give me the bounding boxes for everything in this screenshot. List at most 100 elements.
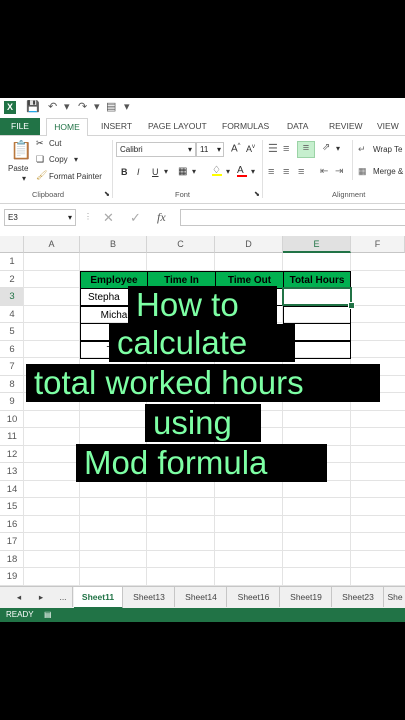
header-total-hours[interactable]: Total Hours: [283, 270, 351, 289]
cut-button[interactable]: Cut: [49, 139, 61, 148]
row-header-10[interactable]: 10: [0, 410, 24, 428]
sheet-tab-sheet13[interactable]: Sheet13: [124, 587, 175, 607]
row-header-12[interactable]: 12: [0, 445, 24, 463]
row-header-13[interactable]: 13: [0, 463, 24, 481]
font-size-select[interactable]: 11 ▾: [196, 142, 224, 157]
fill-handle[interactable]: [348, 302, 355, 309]
row-header-6[interactable]: 6: [0, 340, 24, 358]
paste-icon[interactable]: 📋: [10, 140, 32, 161]
align-left-icon[interactable]: ≡: [268, 166, 274, 178]
column-header-b[interactable]: B: [80, 236, 147, 253]
tab-home[interactable]: HOME: [46, 118, 88, 137]
format-painter-icon[interactable]: 🖌: [36, 170, 47, 181]
copy-dropdown-icon[interactable]: ▾: [74, 155, 78, 164]
macro-record-icon[interactable]: ▤: [44, 608, 52, 622]
form-icon[interactable]: ▤: [106, 101, 116, 114]
row-header-7[interactable]: 7: [0, 358, 24, 376]
cancel-icon[interactable]: ✕: [103, 210, 114, 226]
merge-button[interactable]: Merge &: [373, 167, 403, 176]
row-header-17[interactable]: 17: [0, 533, 24, 551]
row-header-4[interactable]: 4: [0, 305, 24, 323]
font-color-dropdown-icon[interactable]: ▾: [251, 167, 255, 176]
clipboard-launcher-icon[interactable]: ⬊: [104, 190, 110, 198]
column-header-c[interactable]: C: [147, 236, 215, 253]
active-cell-e3[interactable]: [282, 287, 352, 306]
wrap-text-button[interactable]: Wrap Te: [373, 145, 403, 154]
customize-qat-icon[interactable]: ▾: [124, 101, 130, 114]
tab-file[interactable]: FILE: [0, 118, 40, 135]
align-center-icon[interactable]: ≡: [283, 166, 289, 178]
sheet-tab-sheet14[interactable]: Sheet14: [176, 587, 227, 607]
borders-icon[interactable]: ▦: [178, 166, 187, 177]
tab-data[interactable]: DATA: [287, 118, 308, 135]
row-header-14[interactable]: 14: [0, 480, 24, 498]
align-bottom-icon[interactable]: ≡: [297, 141, 315, 158]
borders-dropdown-icon[interactable]: ▾: [192, 167, 196, 176]
row-header-18[interactable]: 18: [0, 550, 24, 568]
font-name-select[interactable]: Calibri ▾: [116, 142, 196, 157]
align-right-icon[interactable]: ≡: [298, 166, 304, 178]
row-header-8[interactable]: 8: [0, 375, 24, 393]
font-color-icon[interactable]: A: [237, 165, 247, 177]
align-middle-icon[interactable]: ≡: [283, 143, 289, 155]
decrease-indent-icon[interactable]: ⇤: [320, 166, 328, 177]
row-header-3[interactable]: 3: [0, 288, 24, 306]
column-header-a[interactable]: A: [24, 236, 80, 253]
row-header-5[interactable]: 5: [0, 323, 24, 341]
bold-button[interactable]: B: [121, 167, 128, 177]
save-icon[interactable]: 💾: [26, 101, 40, 114]
row-header-19[interactable]: 19: [0, 568, 24, 586]
undo-dropdown-icon[interactable]: ▾: [64, 101, 70, 114]
italic-button[interactable]: I: [137, 167, 140, 177]
paste-button[interactable]: Paste: [8, 164, 28, 173]
redo-icon[interactable]: ↷: [78, 101, 87, 114]
sheet-tab-partial[interactable]: She: [385, 587, 405, 607]
row-header-11[interactable]: 11: [0, 428, 24, 446]
tab-page-layout[interactable]: PAGE LAYOUT: [148, 118, 207, 135]
fill-color-dropdown-icon[interactable]: ▾: [226, 167, 230, 176]
row-header-1[interactable]: 1: [0, 253, 24, 271]
font-launcher-icon[interactable]: ⬊: [254, 190, 260, 198]
tab-view[interactable]: VIEW: [377, 118, 399, 135]
sheet-tab-sheet19[interactable]: Sheet19: [281, 587, 332, 607]
sheet-nav-more[interactable]: ...: [54, 587, 73, 607]
total-hours-cell[interactable]: [283, 305, 351, 324]
decrease-font-icon[interactable]: Av: [246, 144, 255, 154]
column-header-f[interactable]: F: [351, 236, 405, 253]
tab-review[interactable]: REVIEW: [329, 118, 363, 135]
row-header-16[interactable]: 16: [0, 515, 24, 533]
row-header-2[interactable]: 2: [0, 270, 24, 288]
sheet-nav-next-icon[interactable]: ▸: [34, 587, 48, 607]
row-header-15[interactable]: 15: [0, 498, 24, 516]
tab-formulas[interactable]: FORMULAS: [222, 118, 269, 135]
sheet-tab-sheet23[interactable]: Sheet23: [333, 587, 384, 607]
formula-input[interactable]: [180, 209, 405, 226]
enter-icon[interactable]: ✓: [130, 210, 141, 226]
cut-icon[interactable]: ✂: [36, 138, 44, 149]
copy-icon[interactable]: ❏: [36, 154, 44, 165]
row-header-9[interactable]: 9: [0, 393, 24, 411]
sheet-tab-sheet11[interactable]: Sheet11: [74, 587, 123, 609]
column-header-d[interactable]: D: [215, 236, 283, 253]
underline-button[interactable]: U: [152, 167, 159, 177]
align-top-icon[interactable]: ☰: [268, 142, 278, 155]
select-all-corner[interactable]: [0, 236, 24, 253]
tab-insert[interactable]: INSERT: [101, 118, 132, 135]
alignment-group-label: Alignment: [332, 190, 366, 199]
name-box[interactable]: E3 ▾: [4, 209, 76, 226]
increase-indent-icon[interactable]: ⇥: [335, 166, 343, 177]
copy-button[interactable]: Copy: [49, 155, 68, 164]
paste-dropdown-icon[interactable]: ▾: [22, 174, 26, 183]
format-painter-button[interactable]: Format Painter: [49, 172, 102, 181]
underline-dropdown-icon[interactable]: ▾: [164, 167, 168, 176]
undo-icon[interactable]: ↶: [48, 101, 57, 114]
increase-font-icon[interactable]: A^: [231, 143, 241, 154]
sheet-tab-sheet16[interactable]: Sheet16: [228, 587, 280, 607]
orientation-icon[interactable]: ⇗: [322, 142, 330, 153]
fill-color-icon[interactable]: ♢: [212, 165, 222, 176]
redo-dropdown-icon[interactable]: ▾: [94, 101, 100, 114]
insert-function-button[interactable]: fx: [157, 210, 166, 225]
sheet-nav-prev-icon[interactable]: ◂: [12, 587, 26, 607]
column-header-e[interactable]: E: [283, 236, 351, 253]
orientation-dropdown-icon[interactable]: ▾: [336, 144, 340, 153]
